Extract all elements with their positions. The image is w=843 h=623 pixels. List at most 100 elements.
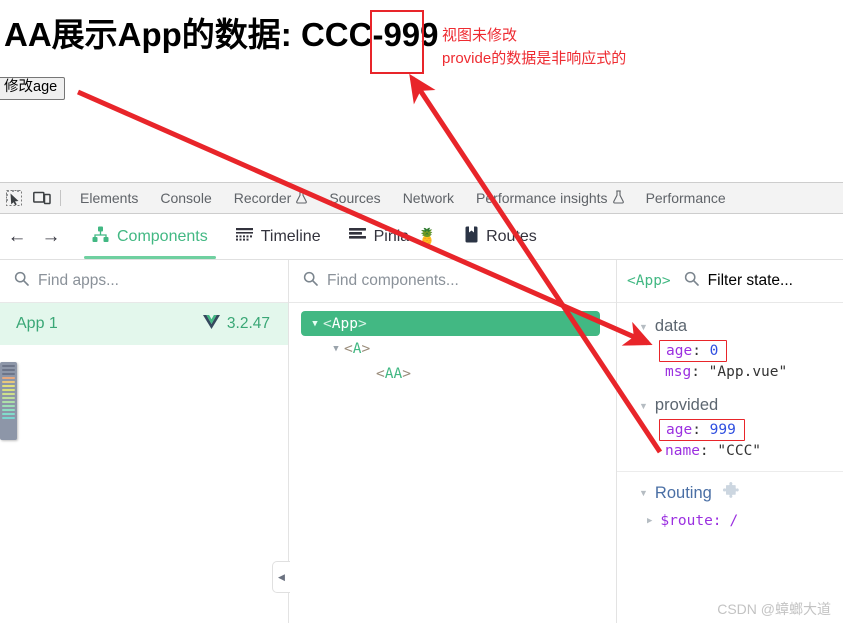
devtools-tab-label: Elements [80, 190, 139, 206]
state-group-routing[interactable]: ▼ Routing [617, 478, 843, 508]
state-value: 999 [709, 422, 736, 438]
annotation-note: 视图未修改 provide的数据是非响应式的 [442, 24, 626, 71]
devtools-tab-bar: Elements Console Recorder Sources Networ… [0, 182, 843, 214]
minimap-bar [2, 405, 15, 407]
state-value: "App.vue" [708, 364, 788, 380]
expand-caret-icon[interactable]: ▶ [647, 516, 652, 526]
state-key: age [666, 343, 693, 359]
collapse-caret-icon[interactable]: ▼ [639, 401, 648, 411]
state-tree: ▼ data age: 0 msg: "App.vue" ▼ provided … [617, 303, 843, 534]
device-toolbar-icon[interactable] [28, 184, 56, 212]
app-version-group: 3.2.47 [202, 314, 270, 334]
find-apps-placeholder: Find apps... [38, 272, 119, 289]
filter-state-placeholder[interactable]: Filter state... [708, 272, 793, 290]
tab-components[interactable]: Components [78, 214, 222, 259]
devtools-tab-performance-insights[interactable]: Performance insights [465, 183, 635, 213]
devtools-tab-elements[interactable]: Elements [69, 183, 149, 213]
app-list-item[interactable]: App 1 3.2.47 [0, 303, 288, 345]
collapse-caret-icon[interactable]: ▼ [639, 488, 648, 498]
route-value: / [729, 513, 739, 529]
state-panel: <App> Filter state... ▼ data age: 0 msg:… [617, 260, 843, 623]
timeline-minimap-widget[interactable] [0, 362, 17, 440]
tab-pinia[interactable]: Pinia 🍍 [335, 214, 452, 259]
collapse-panel-handle[interactable]: ◀ [272, 561, 290, 593]
flask-icon [296, 189, 308, 207]
minimap-bar [2, 389, 15, 391]
state-entry-data-msg[interactable]: msg: "App.vue" [617, 362, 843, 382]
tree-node-app[interactable]: ▼ < App > [301, 311, 600, 336]
devtools-tab-recorder[interactable]: Recorder [223, 183, 319, 213]
tab-routes[interactable]: Routes [451, 214, 551, 259]
state-group-data[interactable]: ▼ data [617, 313, 843, 340]
minimap-bar [2, 397, 15, 399]
search-icon [14, 271, 29, 291]
pinia-icon [348, 227, 366, 247]
annotation-line-2: provide的数据是非响应式的 [442, 50, 627, 68]
devtools-tab-label: Sources [329, 190, 381, 206]
routes-bookmark-icon [465, 226, 478, 248]
tree-node-aa[interactable]: < AA > [289, 361, 616, 386]
search-icon [303, 271, 318, 291]
state-entry-provided-name[interactable]: name: "CCC" [617, 441, 843, 461]
expand-caret-icon[interactable]: ▼ [328, 344, 344, 354]
state-entry-provided-age[interactable]: age: 999 [659, 419, 745, 441]
back-arrow-icon[interactable]: ← [0, 220, 34, 254]
tab-label: Pinia [373, 227, 410, 245]
component-tree-panel: Find components... ▼ < App > ▼ < A > < AA > [288, 260, 617, 623]
state-entry-route[interactable]: ▶ $route: / [617, 508, 843, 534]
toolbar-divider [60, 190, 61, 206]
minimap-bar [2, 365, 15, 367]
timeline-icon [235, 227, 253, 247]
minimap-bar [2, 409, 15, 411]
find-components-placeholder: Find components... [327, 272, 459, 289]
inspect-element-icon[interactable] [0, 184, 28, 212]
collapse-caret-icon[interactable]: ▼ [639, 322, 648, 332]
tab-label: Routes [486, 227, 537, 245]
component-tree: ▼ < App > ▼ < A > < AA > [289, 303, 616, 386]
watermark: CSDN @蟑螂大道 [717, 601, 831, 617]
expand-caret-icon[interactable]: ▼ [307, 319, 323, 329]
devtools-tab-network[interactable]: Network [392, 183, 465, 213]
vue-logo-icon [202, 314, 220, 334]
selected-component-tag: <App> [627, 273, 671, 289]
devtools-tab-console[interactable]: Console [149, 183, 222, 213]
modify-age-button[interactable]: 修改age [0, 77, 66, 100]
tree-node-label: App [331, 315, 358, 332]
page-title: AA展示App的数据: CCC-999 [4, 16, 439, 53]
chevron-left-icon: ◀ [278, 571, 285, 582]
minimap-bar [2, 377, 15, 379]
state-key: age [666, 422, 693, 438]
devtools-panels: Find apps... App 1 3.2.47 Find component… [0, 260, 843, 623]
state-key: msg [665, 364, 692, 380]
state-entry-data-age[interactable]: age: 0 [659, 340, 728, 362]
tab-timeline[interactable]: Timeline [222, 214, 335, 259]
puzzle-piece-icon [722, 481, 740, 504]
pineapple-emoji-icon: 🍍 [417, 228, 438, 246]
component-tree-icon [92, 226, 109, 248]
devtools-tab-sources[interactable]: Sources [318, 183, 391, 213]
devtools-tab-performance[interactable]: Performance [635, 183, 737, 213]
minimap-bar [2, 369, 15, 371]
web-page-area: AA展示App的数据: CCC-999 修改age 视图未修改 provide的… [0, 0, 843, 182]
route-key: $route: [660, 513, 722, 529]
state-group-label: provided [654, 396, 719, 414]
minimap-bar [2, 373, 15, 375]
flask-icon [612, 189, 624, 207]
state-panel-header: <App> Filter state... [617, 260, 843, 303]
state-value: 0 [709, 343, 719, 359]
app-version: 3.2.47 [226, 315, 270, 332]
forward-arrow-icon[interactable]: → [34, 220, 68, 254]
devtools-tab-label: Console [160, 190, 212, 206]
devtools-tab-label: Performance insights [476, 190, 608, 206]
state-group-label: Routing [654, 483, 712, 502]
devtools-tab-label: Network [402, 190, 455, 206]
find-apps-search[interactable]: Find apps... [0, 260, 288, 303]
tree-node-a[interactable]: ▼ < A > [289, 336, 616, 361]
state-group-provided[interactable]: ▼ provided [617, 392, 843, 419]
tree-node-label: A [352, 340, 362, 357]
minimap-bar [2, 401, 15, 403]
find-components-search[interactable]: Find components... [289, 260, 616, 303]
apps-panel: Find apps... App 1 3.2.47 [0, 260, 288, 623]
minimap-bars [0, 362, 17, 419]
screenshot-root: AA展示App的数据: CCC-999 修改age 视图未修改 provide的… [0, 0, 843, 623]
